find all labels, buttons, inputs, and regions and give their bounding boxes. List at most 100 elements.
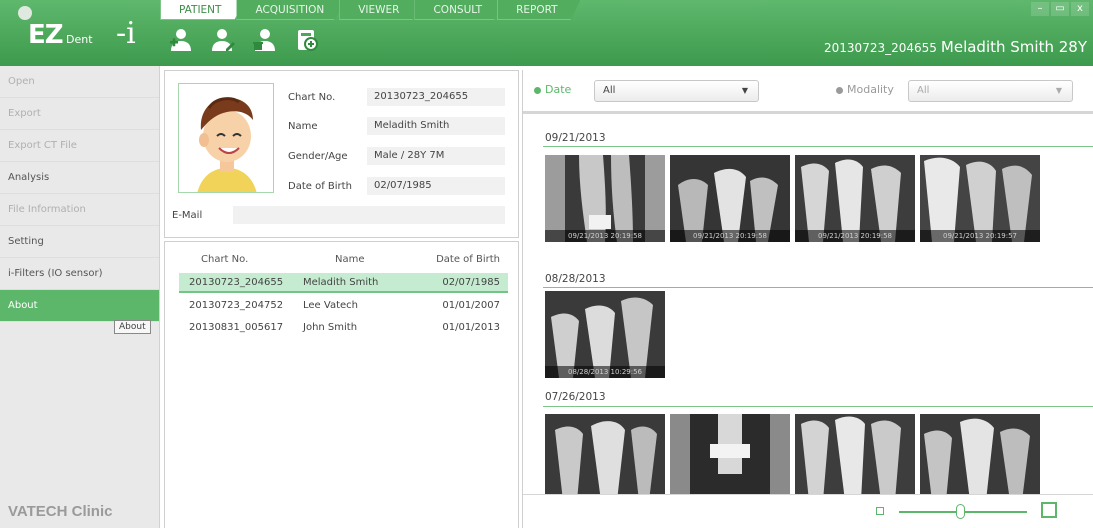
modality-filter-label: Modality [847,83,894,96]
import-image-icon[interactable] [292,26,322,54]
group-divider [543,406,1093,407]
xray-thumbnail[interactable]: 09/21/2013 20:19:57 [920,155,1040,242]
column-date-of-birth[interactable]: Date of Birth [436,250,500,270]
column-name[interactable]: Name [335,250,365,270]
image-group-date: 07/26/2013 [545,391,606,403]
row-chart-no: 20130723_204655 [189,277,284,288]
tab-viewer[interactable]: VIEWER [339,0,423,20]
gender-age-label: Gender/Age [288,151,348,162]
close-button[interactable]: x [1071,2,1089,16]
row-dob: 01/01/2013 [442,322,500,333]
patient-toolbar [166,26,322,54]
sidebar-item-analysis[interactable]: Analysis [0,162,159,194]
header-chart-no: 20130723_204655 [824,41,937,55]
sidebar-item-export[interactable]: Export [0,98,159,130]
xray-caption: 09/21/2013 20:19:58 [795,230,915,242]
date-dropdown[interactable]: All ▼ [594,80,759,102]
app-header: EZ Dent -i PATIENT ACQUISITION VIEWER CO… [0,0,1093,66]
date-radio[interactable] [534,87,541,94]
row-dob: 01/01/2007 [442,300,500,311]
xray-thumbnail[interactable] [545,414,665,501]
patient-info-panel: Chart No. 20130723_204655 Name Meladith … [164,70,519,238]
logo-dot [18,6,32,20]
window-controls: – ▭ x [1031,2,1089,16]
clinic-name: VATECH Clinic [8,503,113,520]
xray-caption: 09/21/2013 20:19:58 [545,230,665,242]
xray-thumbnail[interactable] [920,414,1040,501]
name-label: Name [288,121,318,132]
group-divider [543,287,1093,288]
row-name: John Smith [303,322,358,333]
delete-patient-icon[interactable] [250,26,280,54]
row-name: Lee Vatech [303,300,358,311]
xray-thumbnail[interactable]: 09/21/2013 20:19:58 [545,155,665,242]
modality-radio[interactable] [836,87,843,94]
minimize-button[interactable]: – [1031,2,1049,16]
xray-thumbnail[interactable]: 09/21/2013 20:19:58 [670,155,790,242]
chevron-down-icon: ▼ [741,86,748,95]
gender-age-field[interactable]: Male / 28Y 7M [367,147,505,165]
add-patient-icon[interactable] [166,26,196,54]
email-field[interactable] [233,206,505,224]
logo-dent: Dent [66,33,93,46]
chevron-down-icon: ▼ [1055,86,1062,95]
patient-photo[interactable] [178,83,274,193]
group-divider [543,146,1093,147]
date-dropdown-value: All [603,85,616,96]
modality-dropdown[interactable]: All ▼ [908,80,1073,102]
logo-i: -i [116,16,136,51]
column-chart-no[interactable]: Chart No. [201,250,248,270]
patient-list-header: Chart No. Name Date of Birth [179,250,508,270]
row-dob: 02/07/1985 [442,277,500,288]
chart-no-label: Chart No. [288,92,336,103]
sidebar-item-about[interactable]: About [0,290,159,322]
current-patient-header: 20130723_204655 Meladith Smith 28Y [824,38,1087,56]
edit-patient-icon[interactable] [208,26,238,54]
xray-thumbnail[interactable] [795,414,915,501]
xray-thumbnail[interactable] [670,414,790,501]
about-tooltip: About [114,320,151,334]
sidebar-item-export-ct-file[interactable]: Export CT File [0,130,159,162]
sidebar-item-file-information[interactable]: File Information [0,194,159,226]
main-tabs: PATIENT ACQUISITION VIEWER CONSULT REPOR… [160,0,581,22]
row-name: Meladith Smith [303,277,379,288]
dob-field[interactable]: 02/07/1985 [367,177,505,195]
thumbnail-zoom-bar [523,494,1093,528]
xray-thumbnail[interactable]: 08/28/2013 10:29:56 [545,291,665,378]
zoom-out-icon[interactable] [876,507,884,515]
filter-bar: Date All ▼ Modality All ▼ [523,70,1093,114]
zoom-in-icon[interactable] [1041,502,1057,518]
logo-ez: EZ [28,20,64,50]
xray-thumbnail[interactable]: 09/21/2013 20:19:58 [795,155,915,242]
name-field[interactable]: Meladith Smith [367,117,505,135]
row-chart-no: 20130723_204752 [189,300,284,311]
tab-patient[interactable]: PATIENT [160,0,245,20]
email-label: E-Mail [172,210,203,221]
modality-dropdown-value: All [917,85,930,96]
table-row[interactable]: 20130831_005617 John Smith 01/01/2013 [179,318,508,338]
xray-caption: 08/28/2013 10:29:56 [545,366,665,378]
tab-acquisition[interactable]: ACQUISITION [236,0,348,20]
image-group-date: 09/21/2013 [545,132,606,144]
xray-caption: 09/21/2013 20:19:58 [670,230,790,242]
table-row[interactable]: 20130723_204752 Lee Vatech 01/01/2007 [179,296,508,316]
zoom-slider-handle[interactable] [956,504,965,519]
sidebar-item-open[interactable]: Open [0,66,159,98]
dob-label: Date of Birth [288,181,352,192]
sidebar-item-i-filters[interactable]: i-Filters (IO sensor) [0,258,159,290]
tab-consult[interactable]: CONSULT [414,0,506,20]
maximize-button[interactable]: ▭ [1051,2,1069,16]
sidebar-item-setting[interactable]: Setting [0,226,159,258]
header-patient-name: Meladith Smith 28Y [940,38,1087,56]
table-row[interactable]: 20130723_204655 Meladith Smith 02/07/198… [179,273,508,293]
chart-no-field[interactable]: 20130723_204655 [367,88,505,106]
sidebar: Open Export Export CT File Analysis File… [0,66,160,528]
date-filter-label: Date [545,83,572,96]
tab-report[interactable]: REPORT [497,0,581,20]
patient-list-panel: Chart No. Name Date of Birth 20130723_20… [164,241,519,528]
image-group-date: 08/28/2013 [545,273,606,285]
xray-caption: 09/21/2013 20:19:57 [920,230,1040,242]
row-chart-no: 20130831_005617 [189,322,284,333]
app-logo: EZ Dent -i [0,0,160,66]
image-panel: Date All ▼ Modality All ▼ 09/21/2013 09/… [522,70,1093,528]
